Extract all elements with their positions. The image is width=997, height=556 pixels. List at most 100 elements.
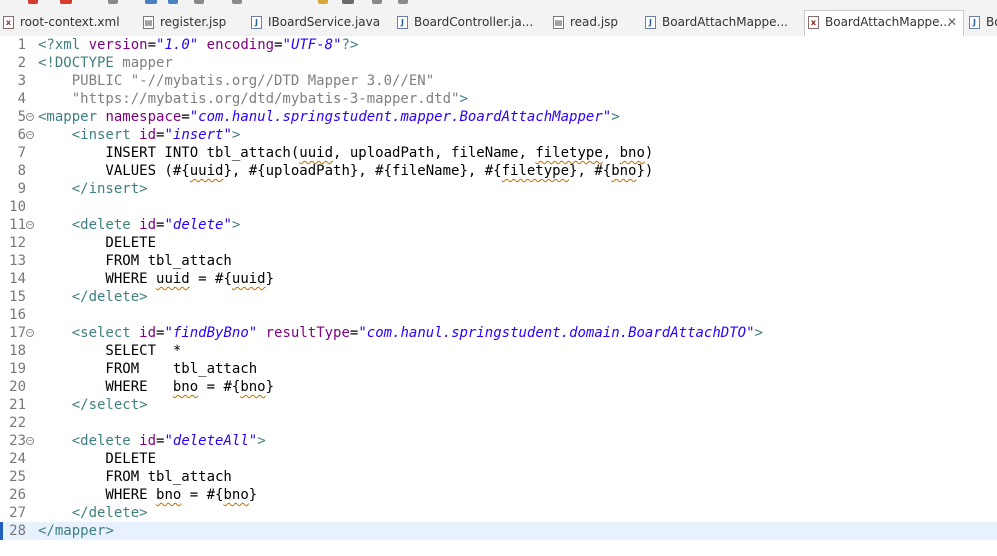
line-number: 14 [9, 271, 26, 287]
code-line[interactable]: 6− <insert id="insert"> [0, 126, 997, 144]
java-file-icon: J [397, 16, 408, 29]
code-line[interactable]: 9 </insert> [0, 180, 997, 198]
java-file-icon: J [251, 16, 262, 29]
tab-boardattachmapper-xml[interactable]: x BoardAttachMappe... ✕ [804, 10, 964, 36]
code-line[interactable]: 12 DELETE [0, 234, 997, 252]
code-text: FROM tbl_attach [38, 469, 232, 485]
toolbar-icon-red[interactable] [28, 0, 38, 4]
code-line[interactable]: 21 </select> [0, 396, 997, 414]
tab-boardcontroller-java[interactable]: J BoardController.ja... [394, 11, 544, 36]
toolbar-icon-gray[interactable] [194, 0, 204, 4]
line-number: 7 [17, 145, 26, 161]
tab-overflow[interactable]: J Bo [966, 11, 997, 36]
toolbar-icon-blue[interactable] [145, 0, 157, 4]
code-line[interactable]: 11− <delete id="delete"> [0, 216, 997, 234]
line-number: 25 [9, 469, 26, 485]
code-line[interactable]: 26 WHERE bno = #{bno} [0, 486, 997, 504]
line-number: 28 [9, 523, 26, 539]
tab-label: IBoardService.java [268, 15, 381, 29]
fold-toggle-icon[interactable]: − [26, 131, 34, 139]
line-number: 23 [9, 433, 26, 449]
line-number: 4 [17, 91, 26, 107]
toolbar-icon-gray[interactable] [232, 0, 242, 4]
line-number: 9 [17, 181, 26, 197]
code-line[interactable]: 1 <?xml version="1.0" encoding="UTF-8"?> [0, 36, 997, 54]
code-text: <select id="findByBno" resultType="com.h… [71, 325, 763, 341]
jsp-file-icon: ▤ [143, 16, 154, 29]
tab-label: BoardController.ja... [414, 15, 534, 29]
code-text: <delete id="deleteAll"> [71, 433, 266, 449]
code-line[interactable]: 15 </delete> [0, 288, 997, 306]
code-line[interactable]: 2 <!DOCTYPE mapper [0, 54, 997, 72]
line-number: 17 [9, 325, 26, 341]
code-text: </delete> [71, 289, 148, 305]
code-line[interactable]: 16 [0, 306, 997, 324]
toolbar-icon-gray[interactable] [398, 0, 408, 4]
line-number: 12 [9, 235, 26, 251]
toolbar-icon-gray[interactable] [372, 0, 382, 4]
code-text: </mapper> [38, 523, 114, 539]
tab-boardattachmapper-java[interactable]: J BoardAttachMappe... [642, 11, 802, 36]
xml-file-icon: x [808, 16, 819, 29]
code-text: <!DOCTYPE mapper [38, 55, 173, 71]
code-text: <mapper namespace="com.hanul.springstude… [38, 109, 620, 125]
code-text: FROM tbl_attach [38, 253, 232, 269]
line-number: 19 [9, 361, 26, 377]
tab-label: BoardAttachMappe... [662, 15, 788, 29]
line-number: 8 [17, 163, 26, 179]
code-line[interactable]: 8 VALUES (#{uuid}, #{uploadPath}, #{file… [0, 162, 997, 180]
code-line[interactable]: 10 [0, 198, 997, 216]
line-number: 21 [9, 397, 26, 413]
tab-label: register.jsp [160, 15, 227, 29]
code-text: INSERT INTO tbl_attach(uuid, uploadPath,… [38, 145, 654, 161]
code-line[interactable]: 18 SELECT * [0, 342, 997, 360]
code-line[interactable]: 25 FROM tbl_attach [0, 468, 997, 486]
code-text: <insert id="insert"> [71, 127, 241, 143]
line-number: 2 [17, 55, 26, 71]
code-line[interactable]: 24 DELETE [0, 450, 997, 468]
code-line[interactable]: 5− <mapper namespace="com.hanul.springstu… [0, 108, 997, 126]
code-line[interactable]: 7 INSERT INTO tbl_attach(uuid, uploadPat… [0, 144, 997, 162]
code-line[interactable]: 4 "https://mybatis.org/dtd/mybatis-3-map… [0, 90, 997, 108]
code-text: "https://mybatis.org/dtd/mybatis-3-mappe… [38, 91, 468, 107]
code-text: WHERE bno = #{bno} [38, 379, 275, 395]
tab-label: read.jsp [570, 15, 619, 29]
code-line[interactable]: 3 PUBLIC "-//mybatis.org//DTD Mapper 3.0… [0, 72, 997, 90]
toolbar-icon-blue[interactable] [168, 0, 178, 4]
fold-toggle-icon[interactable]: − [26, 329, 34, 337]
line-number: 5 [17, 109, 26, 125]
line-number: 3 [17, 73, 26, 89]
line-number: 20 [9, 379, 26, 395]
line-number: 16 [9, 307, 26, 323]
tab-register-jsp[interactable]: ▤ register.jsp [140, 11, 252, 36]
code-line[interactable]: 13 FROM tbl_attach [0, 252, 997, 270]
code-editor[interactable]: 1 <?xml version="1.0" encoding="UTF-8"?> 2… [0, 36, 997, 556]
code-line[interactable]: 20 WHERE bno = #{bno} [0, 378, 997, 396]
java-file-icon: J [645, 16, 656, 29]
java-file-icon: J [969, 16, 980, 29]
line-number: 22 [9, 415, 26, 431]
code-line[interactable]: 14 WHERE uuid = #{uuid} [0, 270, 997, 288]
tab-root-context-xml[interactable]: x root-context.xml [0, 11, 135, 36]
fold-toggle-icon[interactable]: − [26, 221, 34, 229]
code-text: </insert> [71, 181, 148, 197]
line-number: 24 [9, 451, 26, 467]
toolbar-icon-gray[interactable] [108, 0, 118, 4]
code-line[interactable]: 27 </delete> [0, 504, 997, 522]
tab-read-jsp[interactable]: ▤ read.jsp [550, 11, 642, 36]
code-line[interactable]: 22 [0, 414, 997, 432]
jsp-file-icon: ▤ [553, 16, 564, 29]
code-line[interactable]: 23− <delete id="deleteAll"> [0, 432, 997, 450]
tab-iboardservice-java[interactable]: J IBoardService.java [248, 11, 388, 36]
code-line[interactable]: 19 FROM tbl_attach [0, 360, 997, 378]
fold-toggle-icon[interactable]: − [26, 437, 34, 445]
toolbar-icon-gray[interactable] [342, 0, 354, 4]
code-line[interactable]: 17− <select id="findByBno" resultType="c… [0, 324, 997, 342]
toolbar-icon-red[interactable] [60, 0, 72, 4]
code-line[interactable]: 28 </mapper> [0, 522, 997, 540]
editor-tab-bar: x root-context.xml ▤ register.jsp J IBoa… [0, 6, 997, 37]
close-icon[interactable]: ✕ [947, 15, 957, 29]
toolbar-icon-yellow[interactable] [318, 0, 328, 4]
fold-toggle-icon[interactable]: − [26, 113, 34, 121]
code-text: </select> [71, 397, 148, 413]
